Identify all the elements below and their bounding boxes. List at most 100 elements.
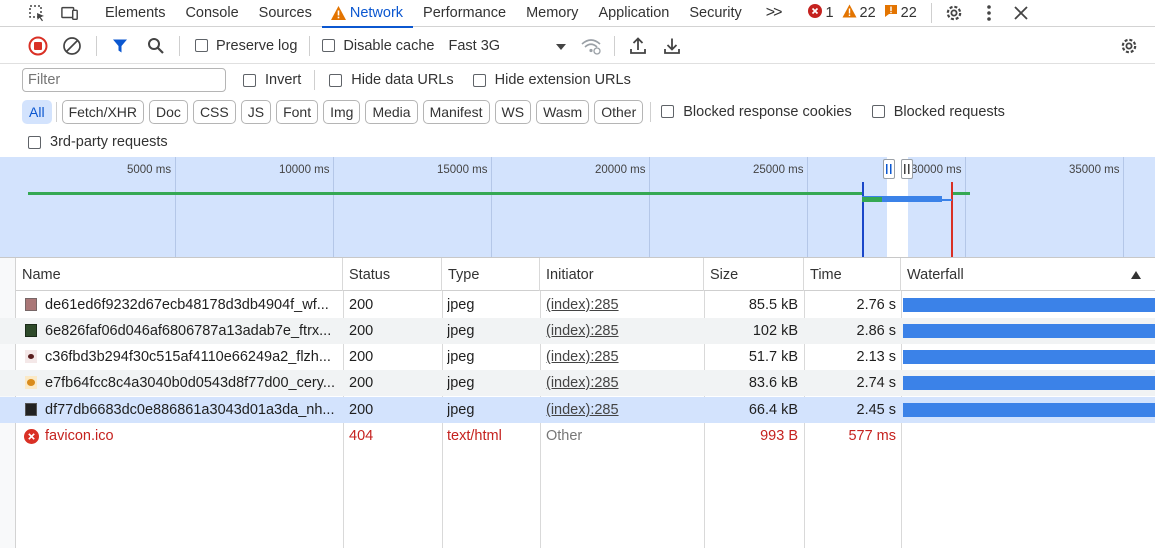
- column-header-initiator[interactable]: Initiator: [540, 258, 704, 291]
- request-initiator-link[interactable]: (index):285: [546, 344, 696, 370]
- hide-data-urls-checkbox[interactable]: [329, 73, 343, 87]
- tab-network[interactable]: Network: [321, 0, 414, 28]
- error-icon: [808, 4, 823, 22]
- grid-line: [649, 157, 650, 257]
- table-row[interactable]: c36fbd3b294f30c515af4110e66249a2_flzh...…: [0, 344, 1155, 370]
- blocked-requests-checkbox[interactable]: [871, 105, 885, 118]
- tab-console[interactable]: Console: [175, 0, 248, 27]
- stop-recording-icon[interactable]: [28, 36, 48, 55]
- column-header-size-label: Size: [710, 266, 739, 283]
- close-icon[interactable]: [1012, 4, 1030, 22]
- export-har-icon[interactable]: [663, 37, 681, 55]
- type-filter-font[interactable]: Font: [276, 99, 319, 124]
- request-initiator-link[interactable]: (index):285: [546, 318, 696, 344]
- tab-memory[interactable]: Memory: [516, 0, 588, 27]
- network-conditions-icon[interactable]: [580, 37, 602, 55]
- type-filter-other[interactable]: Other: [594, 99, 644, 124]
- overview-request-bar: [940, 199, 952, 201]
- warning-count-badge[interactable]: 22: [842, 4, 876, 22]
- column-header-status-label: Status: [349, 266, 391, 283]
- divider: [314, 70, 316, 90]
- error-count-badge[interactable]: 1: [808, 4, 834, 22]
- selection-handle-right[interactable]: [901, 159, 913, 179]
- tab-performance[interactable]: Performance: [413, 0, 516, 27]
- table-row[interactable]: e7fb64fcc8c4a3040b0d0543d8f77d00_cery...…: [0, 370, 1155, 396]
- tab-sources[interactable]: Sources: [249, 0, 322, 27]
- selection-handle-left[interactable]: [883, 159, 895, 179]
- column-header-time[interactable]: Time: [804, 258, 901, 291]
- request-initiator-link[interactable]: (index):285: [546, 292, 696, 318]
- overview-load-marker: [951, 182, 953, 257]
- request-initiator: Other: [546, 428, 583, 444]
- invert-checkbox[interactable]: [243, 73, 256, 87]
- divider: [55, 101, 57, 122]
- error-icon: [24, 429, 39, 447]
- grid-line: [807, 157, 808, 257]
- request-initiator-link[interactable]: (index):285: [546, 370, 696, 396]
- column-header-size[interactable]: Size: [704, 258, 804, 291]
- request-status: 200: [349, 402, 374, 418]
- type-filter-media[interactable]: Media: [365, 99, 418, 124]
- devtools-tabbar: Elements Console Sources Network Perform…: [0, 0, 1155, 28]
- throttling-select[interactable]: Fast 3G: [448, 38, 567, 54]
- column-header-type[interactable]: Type: [442, 258, 540, 291]
- table-row-selected[interactable]: df77db6683dc0e886861a3043d01a3da_nh... 2…: [0, 397, 1155, 423]
- divider: [614, 35, 616, 56]
- tab-application[interactable]: Application: [588, 0, 679, 27]
- request-name: 6e826faf06d046af6806787a13adab7e_ftrx...: [45, 323, 332, 339]
- preserve-log-label: Preserve log: [216, 37, 298, 54]
- blocked-response-cookies-checkbox[interactable]: [661, 105, 675, 118]
- type-filter-ws[interactable]: WS: [494, 99, 532, 124]
- filter-input[interactable]: [22, 68, 226, 92]
- type-filter-wasm[interactable]: Wasm: [536, 99, 590, 124]
- import-har-icon[interactable]: [629, 36, 647, 55]
- inspect-element-icon[interactable]: [28, 4, 46, 22]
- column-header-time-label: Time: [810, 266, 842, 283]
- table-row[interactable]: 6e826faf06d046af6806787a13adab7e_ftrx...…: [0, 318, 1155, 344]
- issues-count-badge[interactable]: 22: [884, 4, 917, 22]
- type-filter-all[interactable]: All: [22, 99, 52, 124]
- request-status: 200: [349, 323, 374, 339]
- search-icon[interactable]: [147, 37, 165, 55]
- more-tabs-button[interactable]: >>: [756, 0, 791, 27]
- hide-extension-urls-label: Hide extension URLs: [494, 72, 631, 88]
- overview-waiting-line: [952, 192, 970, 195]
- device-toolbar-icon[interactable]: [61, 4, 79, 22]
- waterfall-bar: [903, 324, 1155, 338]
- type-filter-manifest[interactable]: Manifest: [422, 99, 490, 124]
- waterfall-bar: [903, 376, 1155, 390]
- hide-extension-urls-checkbox[interactable]: [472, 73, 486, 87]
- preserve-log-checkbox[interactable]: [195, 39, 208, 52]
- request-size: 993 B: [760, 428, 798, 444]
- request-time: 2.13 s: [856, 349, 897, 365]
- network-settings-gear-icon[interactable]: [1119, 37, 1139, 55]
- table-row[interactable]: favicon.ico 404 text/html Other 993 B 57…: [0, 423, 1155, 449]
- column-header-waterfall[interactable]: Waterfall: [901, 258, 1155, 291]
- more-options-icon[interactable]: [980, 4, 998, 22]
- timeline-tick: 15000 ms: [437, 164, 488, 176]
- filter-icon[interactable]: [111, 37, 129, 55]
- resource-type-filters: All Fetch/XHR Doc CSS JS Font Img Media …: [0, 96, 1155, 127]
- settings-gear-icon[interactable]: [944, 4, 964, 22]
- column-header-status[interactable]: Status: [343, 258, 442, 291]
- request-initiator-link[interactable]: (index):285: [546, 397, 696, 423]
- third-party-checkbox[interactable]: [28, 135, 41, 149]
- tab-security[interactable]: Security: [679, 0, 751, 27]
- tab-elements[interactable]: Elements: [95, 0, 175, 27]
- divider: [650, 101, 652, 122]
- image-thumbnail-icon: [25, 324, 37, 337]
- table-row[interactable]: de61ed6f9232d67ecb48178d3db4904f_wf... 2…: [0, 292, 1155, 318]
- type-filter-css[interactable]: CSS: [192, 99, 236, 124]
- type-filter-img[interactable]: Img: [323, 99, 361, 124]
- timeline-tick: 20000 ms: [595, 164, 646, 176]
- type-filter-js[interactable]: JS: [240, 99, 272, 124]
- request-type: jpeg: [447, 349, 475, 365]
- clear-icon[interactable]: [62, 36, 82, 55]
- divider: [96, 35, 97, 56]
- column-header-name[interactable]: Name: [16, 258, 343, 291]
- network-overview-timeline[interactable]: 5000 ms 10000 ms 15000 ms 20000 ms 25000…: [0, 157, 1155, 258]
- type-filter-fetch-xhr[interactable]: Fetch/XHR: [61, 99, 145, 124]
- type-filter-doc[interactable]: Doc: [149, 99, 188, 124]
- disable-cache-checkbox[interactable]: [322, 39, 336, 52]
- request-time: 2.86 s: [856, 323, 897, 339]
